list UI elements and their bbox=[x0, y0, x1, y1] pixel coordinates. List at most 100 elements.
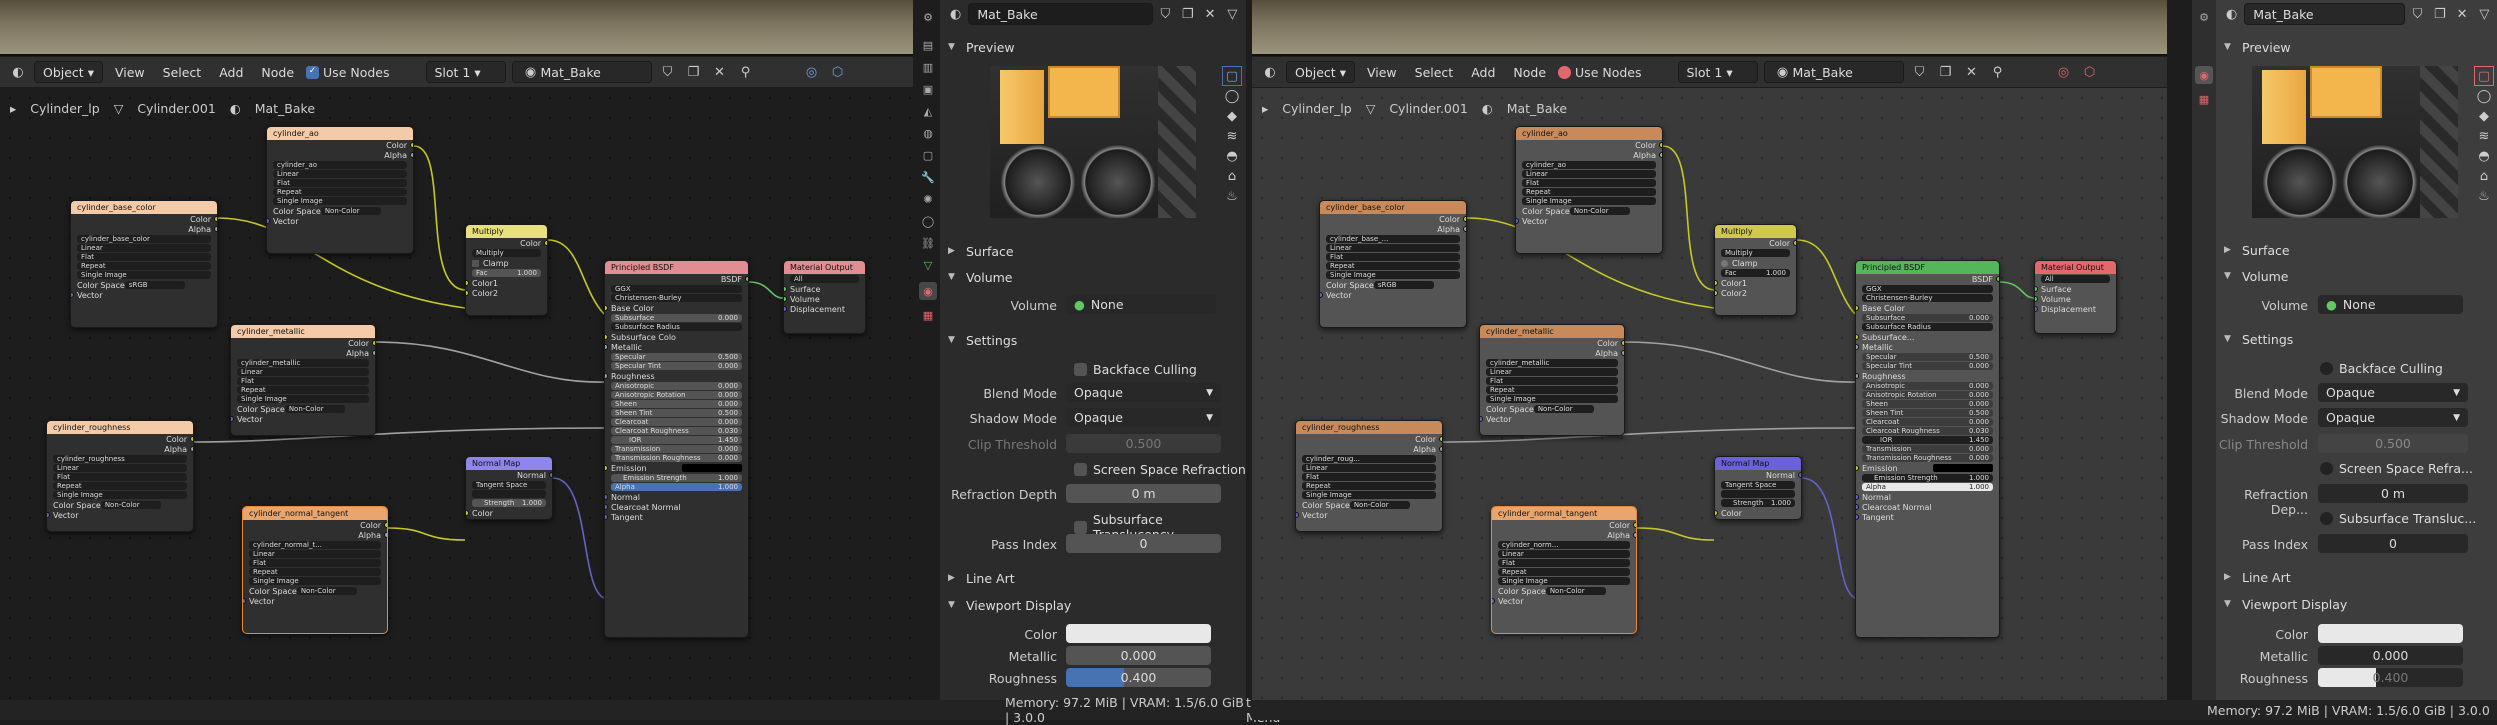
constraints-tab-icon[interactable]: ⛓ bbox=[919, 234, 937, 252]
color-space-dropdown[interactable]: sRGB bbox=[1373, 281, 1434, 289]
extension-dropdown[interactable]: Repeat bbox=[53, 482, 187, 490]
backface-culling-checkbox[interactable]: Backface Culling bbox=[2320, 361, 2443, 376]
projection-dropdown[interactable]: Flat bbox=[1302, 473, 1436, 481]
tool-tab-icon[interactable]: ⚙ bbox=[2195, 8, 2213, 26]
node-cylinder-normal-tangent[interactable]: cylinder_normal_tangent Color Alpha cyli… bbox=[1491, 506, 1637, 634]
filter-icon[interactable]: ▽ bbox=[1223, 4, 1242, 24]
volume-panel-header[interactable]: ▼ Volume bbox=[948, 266, 1013, 288]
viewport-roughness-field[interactable]: 0.400 bbox=[1066, 668, 1211, 687]
light-preview-icon[interactable]: ♨ bbox=[1222, 186, 1242, 206]
menu-select[interactable]: Select bbox=[157, 65, 208, 80]
node-normal-map[interactable]: Normal Map Normal Tangent Space Strength… bbox=[1714, 456, 1802, 520]
socket[interactable] bbox=[1633, 532, 1636, 538]
menu-node[interactable]: Node bbox=[255, 65, 300, 80]
projection-dropdown[interactable]: Flat bbox=[53, 473, 187, 481]
object-tab-icon[interactable]: ▢ bbox=[919, 146, 937, 164]
socket[interactable] bbox=[605, 514, 608, 520]
render-tab-icon[interactable]: ▤ bbox=[919, 36, 937, 54]
socket[interactable] bbox=[605, 465, 608, 471]
alpha-field[interactable]: Alpha 1.000 bbox=[1862, 483, 1993, 491]
node-canvas[interactable]: ▸ Cylinder_lp ▽ Cylinder.001 ◐ Mat_Bake … bbox=[0, 88, 913, 700]
socket[interactable] bbox=[1856, 465, 1859, 471]
clearcoat-roughness-field[interactable]: Clearcoat Roughness 0.030 bbox=[611, 427, 742, 435]
subsurface-method-dropdown[interactable]: Christensen-Burley bbox=[1862, 294, 1993, 302]
node-cylinder-metallic[interactable]: cylinder_metallic Color Alpha cylinder_m… bbox=[1479, 324, 1625, 436]
distribution-dropdown[interactable]: GGX bbox=[611, 285, 742, 293]
socket[interactable] bbox=[1856, 334, 1859, 340]
socket[interactable] bbox=[1633, 522, 1636, 528]
uv-map-field[interactable] bbox=[1721, 490, 1795, 498]
interpolation-dropdown[interactable]: Linear bbox=[1486, 368, 1618, 376]
alpha-field[interactable]: Alpha 1.000 bbox=[611, 483, 742, 491]
source-dropdown[interactable]: Single Image bbox=[1498, 577, 1630, 585]
shadow-mode-dropdown[interactable]: Opaque ▼ bbox=[1066, 408, 1221, 427]
menu-view[interactable]: View bbox=[109, 65, 151, 80]
3d-viewport-strip[interactable] bbox=[1252, 0, 2167, 56]
plane-preview-icon[interactable]: ◆ bbox=[1222, 106, 1242, 126]
interpolation-dropdown[interactable]: Linear bbox=[1302, 464, 1436, 472]
transmission-field[interactable]: Transmission 0.000 bbox=[611, 445, 742, 453]
source-dropdown[interactable]: Single Image bbox=[1486, 395, 1618, 403]
image-selector[interactable]: cylinder_base_... bbox=[1326, 235, 1460, 243]
socket[interactable] bbox=[372, 340, 375, 346]
backface-culling-checkbox[interactable]: Backface Culling bbox=[1074, 362, 1197, 377]
copy-icon[interactable]: ❐ bbox=[1178, 4, 1197, 24]
shadow-mode-dropdown[interactable]: Opaque ▼ bbox=[2318, 408, 2468, 427]
node-cylinder-base-color[interactable]: cylinder_base_color Color Alpha cylinder… bbox=[1319, 200, 1467, 328]
screen-space-refraction-checkbox[interactable]: Screen Space Refra... bbox=[2320, 461, 2473, 476]
specular-field[interactable]: Specular 0.500 bbox=[611, 353, 742, 361]
socket[interactable] bbox=[384, 522, 387, 528]
hair-preview-icon[interactable]: ≋ bbox=[2474, 126, 2494, 146]
blend-mode-dropdown[interactable]: Opaque ▼ bbox=[1066, 383, 1221, 402]
texture-tab-icon[interactable]: ▦ bbox=[919, 306, 937, 324]
image-selector[interactable]: cylinder_normal_t... bbox=[249, 541, 381, 549]
viewport-roughness-field[interactable]: 0.400 bbox=[2318, 668, 2463, 687]
use-nodes-checkbox[interactable]: ✓ Use Nodes bbox=[306, 65, 390, 80]
pin-icon[interactable]: ⚲ bbox=[1988, 62, 2008, 82]
settings-panel-header[interactable]: ▼ Settings bbox=[948, 329, 1017, 351]
space-dropdown[interactable]: Tangent Space bbox=[472, 481, 546, 489]
copy-icon[interactable]: ❐ bbox=[1936, 62, 1956, 82]
material-tab-icon[interactable]: ◉ bbox=[2195, 66, 2213, 84]
node-cylinder-ao[interactable]: cylinder_ao Color Alpha cylinder_ao Line… bbox=[266, 126, 414, 254]
blend-type-dropdown[interactable]: Multiply bbox=[472, 249, 541, 257]
socket[interactable] bbox=[1856, 494, 1859, 500]
surface-panel-header[interactable]: ▶ Surface bbox=[2224, 239, 2290, 261]
transmission-roughness-field[interactable]: Transmission Roughness 0.000 bbox=[611, 454, 742, 462]
extension-dropdown[interactable]: Repeat bbox=[273, 188, 407, 196]
line-art-panel-header[interactable]: ▶ Line Art bbox=[948, 567, 1015, 589]
blend-type-dropdown[interactable]: Multiply bbox=[1721, 249, 1790, 257]
screen-space-refraction-checkbox[interactable]: Screen Space Refraction bbox=[1074, 462, 1246, 477]
extension-dropdown[interactable]: Repeat bbox=[237, 386, 369, 394]
world-tab-icon[interactable]: ◍ bbox=[919, 124, 937, 142]
extension-dropdown[interactable]: Repeat bbox=[1486, 386, 1618, 394]
socket[interactable] bbox=[410, 152, 413, 158]
clamp-checkbox[interactable]: Clamp bbox=[1715, 258, 1796, 268]
volume-panel-header[interactable]: ▼ Volume bbox=[2224, 265, 2289, 287]
editor-type-icon[interactable]: ◐ bbox=[1260, 62, 1280, 82]
transmission-field[interactable]: Transmission 0.000 bbox=[1862, 445, 1993, 453]
node-multiply[interactable]: Multiply Color Multiply Clamp Fac 1.000 C… bbox=[465, 224, 548, 316]
modifier-tab-icon[interactable]: 🔧 bbox=[919, 168, 937, 186]
socket[interactable] bbox=[1856, 373, 1859, 379]
material-sphere-icon[interactable]: ◐ bbox=[946, 4, 965, 24]
mode-dropdown[interactable]: Object ▾ bbox=[1286, 61, 1355, 83]
socket[interactable] bbox=[1621, 350, 1624, 356]
emission-strength-field[interactable]: Emission Strength 1.000 bbox=[611, 474, 742, 482]
line-art-panel-header[interactable]: ▶ Line Art bbox=[2224, 566, 2291, 588]
pass-index-field[interactable]: 0 bbox=[2318, 534, 2468, 553]
node-principled-bsdf[interactable]: Principled BSDF BSDF GGX Christensen-Bur… bbox=[1855, 260, 2000, 638]
close-icon[interactable]: ✕ bbox=[2452, 4, 2471, 24]
space-dropdown[interactable]: Tangent Space bbox=[1721, 481, 1795, 489]
socket[interactable] bbox=[1296, 512, 1299, 518]
monkey-preview-icon[interactable]: ◓ bbox=[1222, 146, 1242, 166]
tool-tab-icon[interactable]: ⚙ bbox=[919, 8, 937, 26]
slot-dropdown[interactable]: Slot 1 ▾ bbox=[425, 61, 506, 83]
preview-panel-header[interactable]: ▼ Preview bbox=[948, 36, 1015, 58]
data-tab-icon[interactable]: ▽ bbox=[919, 256, 937, 274]
shield-icon[interactable]: ⛉ bbox=[2408, 4, 2427, 24]
node-multiply[interactable]: Multiply Color Multiply Clamp Fac 1.000 C… bbox=[1714, 224, 1797, 316]
target-dropdown[interactable]: All bbox=[790, 275, 859, 283]
projection-dropdown[interactable]: Flat bbox=[1522, 179, 1656, 187]
scene-tab-icon[interactable]: ◭ bbox=[919, 102, 937, 120]
